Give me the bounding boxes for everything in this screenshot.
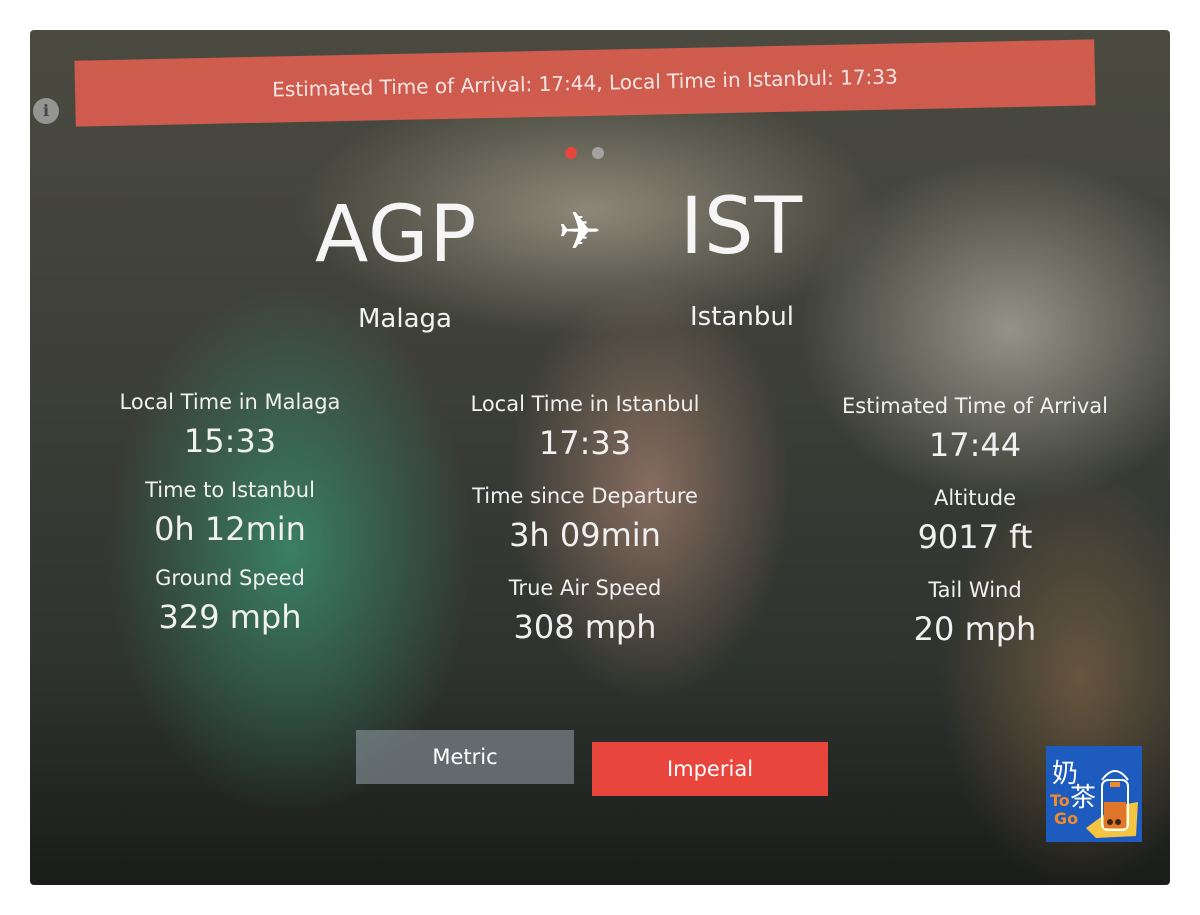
flight-info-screen: i Estimated Time of Arrival: 17:44, Loca…	[30, 30, 1170, 885]
stat-value: 15:33	[183, 422, 277, 460]
origin-city: Malaga	[358, 304, 452, 334]
page-dot-active[interactable]	[565, 147, 577, 159]
stat-value: 20 mph	[913, 610, 1037, 648]
eta-banner-text: Estimated Time of Arrival: 17:44, Local …	[272, 64, 898, 102]
stat-value: 329 mph	[158, 598, 302, 636]
stat-label: Time since Departure	[472, 484, 698, 508]
airplane-icon: ✈	[558, 202, 602, 262]
stat-value: 17:44	[928, 426, 1022, 464]
metric-button[interactable]: Metric	[356, 730, 574, 784]
stat-value: 308 mph	[513, 608, 657, 646]
stat-label: Estimated Time of Arrival	[842, 394, 1108, 418]
imperial-button[interactable]: Imperial	[592, 742, 828, 796]
info-icon[interactable]: i	[33, 98, 59, 124]
stats-column-3: Estimated Time of Arrival 17:44 Altitude…	[825, 394, 1125, 648]
stat-label: Altitude	[933, 486, 1017, 510]
svg-text:Go: Go	[1054, 809, 1078, 828]
stats-column-2: Local Time in Istanbul 17:33 Time since …	[435, 392, 735, 646]
stat-value: 0h 12min	[154, 510, 306, 548]
stat-value: 9017 ft	[917, 518, 1033, 556]
stats-column-1: Local Time in Malaga 15:33 Time to Istan…	[80, 390, 380, 636]
stat-label: Tail Wind	[928, 578, 1022, 602]
page-dot[interactable]	[592, 147, 604, 159]
stat-value: 3h 09min	[509, 516, 661, 554]
stat-label: True Air Speed	[508, 576, 662, 600]
stat-label: Local Time in Malaga	[119, 390, 341, 414]
destination-city: Istanbul	[690, 302, 795, 332]
stat-value: 17:33	[538, 424, 632, 462]
svg-text:To: To	[1050, 791, 1070, 810]
watermark-logo: 奶 茶 To Go	[1046, 746, 1142, 842]
destination-code: IST	[680, 182, 804, 272]
stat-label: Ground Speed	[155, 566, 305, 590]
eta-banner: Estimated Time of Arrival: 17:44, Local …	[74, 39, 1096, 127]
stat-label: Time to Istanbul	[145, 478, 315, 502]
stat-label: Local Time in Istanbul	[470, 392, 700, 416]
origin-code: AGP	[315, 190, 478, 280]
